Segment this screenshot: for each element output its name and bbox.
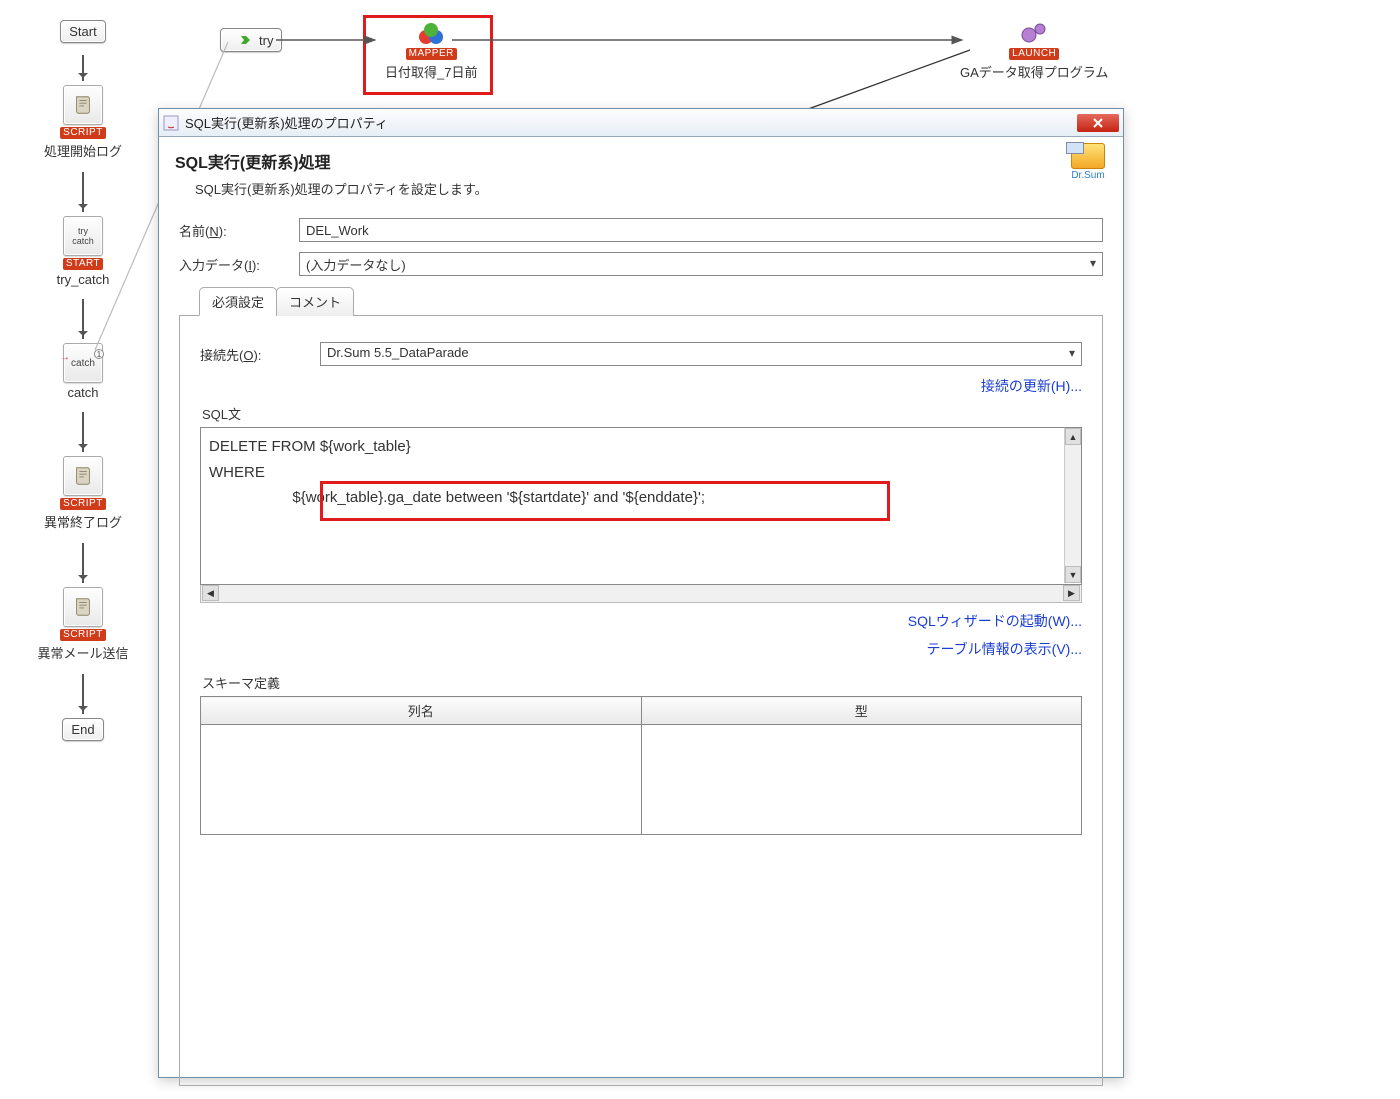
- flow-node-label: GAデータ取得プログラム: [960, 62, 1108, 81]
- flow-node-catch[interactable]: → catch 1 catch: [18, 343, 148, 400]
- scroll-up-icon[interactable]: ▲: [1065, 428, 1081, 445]
- name-label: 名前(N):: [179, 221, 299, 240]
- flow-node-label: 処理開始ログ: [18, 141, 148, 160]
- schema-col-type: 型: [641, 697, 1082, 725]
- mapper-icon: [416, 22, 446, 46]
- scroll-left-icon[interactable]: ◀: [202, 585, 219, 601]
- flow-node-label: 異常終了ログ: [18, 512, 148, 531]
- end-button[interactable]: End: [62, 718, 103, 741]
- name-input[interactable]: [299, 218, 1103, 242]
- scrollbar-horizontal[interactable]: ◀ ▶: [200, 585, 1082, 603]
- start-badge: START: [63, 258, 103, 270]
- flow-node-mapper[interactable]: MAPPER 日付取得_7日前: [385, 22, 477, 81]
- gears-icon: [1018, 20, 1050, 46]
- drsum-icon: Dr.Sum: [1071, 143, 1105, 181]
- dialog-title: SQL実行(更新系)処理のプロパティ: [185, 113, 388, 132]
- flow-node-end[interactable]: End: [18, 718, 148, 741]
- flow-node-error-log[interactable]: SCRIPT 異常終了ログ: [18, 456, 148, 531]
- flow-node-label: 日付取得_7日前: [385, 62, 477, 81]
- flow-node-error-mail[interactable]: SCRIPT 異常メール送信: [18, 587, 148, 662]
- mapper-badge: MAPPER: [406, 48, 457, 60]
- schema-col-name: 列名: [201, 697, 642, 725]
- connection-label: 接続先(O):: [200, 345, 320, 364]
- tab-body-required: 接続先(O): Dr.Sum 5.5_DataParade 接続の更新(H)..…: [179, 316, 1103, 1086]
- flow-arrow: [82, 543, 84, 583]
- schema-label: スキーマ定義: [202, 673, 1082, 692]
- flow-node-try[interactable]: try: [220, 28, 282, 52]
- dialog-header: SQL実行(更新系)処理 SQL実行(更新系)処理のプロパティを設定します。 D…: [159, 137, 1123, 208]
- scroll-right-icon[interactable]: ▶: [1063, 585, 1080, 601]
- flow-arrow: [82, 55, 84, 81]
- close-icon: [1093, 118, 1103, 128]
- try-label: try: [259, 33, 273, 48]
- table-info-link[interactable]: テーブル情報の表示(V)...: [926, 641, 1082, 657]
- script-badge: SCRIPT: [60, 629, 106, 641]
- script-icon: [63, 587, 103, 627]
- inputdata-select[interactable]: (入力データなし): [299, 252, 1103, 276]
- tab-comment[interactable]: コメント: [276, 287, 354, 316]
- inputdata-row: 入力データ(I): (入力データなし): [179, 252, 1103, 276]
- dialog-titlebar[interactable]: SQL実行(更新系)処理のプロパティ: [159, 109, 1123, 137]
- sql-label: SQL文: [202, 404, 1082, 423]
- launch-badge: LAUNCH: [1009, 48, 1059, 60]
- connection-row: 接続先(O): Dr.Sum 5.5_DataParade: [200, 342, 1082, 366]
- flow-node-start-log[interactable]: SCRIPT 処理開始ログ: [18, 85, 148, 160]
- flow-top-row: try MAPPER 日付取得_7日前 LAUNCH GAデータ取得プログラム: [220, 20, 1360, 110]
- close-button[interactable]: [1077, 114, 1119, 132]
- flow-arrow: [82, 299, 84, 339]
- trycatch-icon: trycatch: [63, 216, 103, 256]
- arrow-right-icon: [229, 32, 255, 48]
- connection-select[interactable]: Dr.Sum 5.5_DataParade: [320, 342, 1082, 366]
- sql-wizard-link[interactable]: SQLウィザードの起動(W)...: [908, 613, 1082, 629]
- scroll-down-icon[interactable]: ▼: [1065, 566, 1081, 583]
- flow-left-column: Start SCRIPT 処理開始ログ trycatch START try_c…: [18, 20, 148, 753]
- tab-strip: 必須設定 コメント: [179, 286, 1103, 316]
- script-badge: SCRIPT: [60, 127, 106, 139]
- flow-arrow: [82, 172, 84, 212]
- sql-textarea[interactable]: DELETE FROM ${work_table} WHERE ${work_t…: [200, 427, 1082, 585]
- connection-refresh-link[interactable]: 接続の更新(H)...: [981, 378, 1082, 394]
- try-button[interactable]: try: [220, 28, 282, 52]
- dialog-subheading: SQL実行(更新系)処理のプロパティを設定します。: [195, 179, 1103, 198]
- schema-table: 列名 型: [200, 696, 1082, 835]
- script-badge: SCRIPT: [60, 498, 106, 510]
- flow-node-launch[interactable]: LAUNCH GAデータ取得プログラム: [960, 20, 1108, 81]
- flow-node-label: 異常メール送信: [18, 643, 148, 662]
- script-icon: [63, 456, 103, 496]
- scrollbar-vertical[interactable]: ▲ ▼: [1064, 428, 1081, 583]
- catch-icon: → catch 1: [63, 343, 103, 383]
- properties-dialog: SQL実行(更新系)処理のプロパティ SQL実行(更新系)処理 SQL実行(更新…: [158, 108, 1124, 1078]
- table-row: [201, 725, 1082, 835]
- flow-node-trycatch[interactable]: trycatch START try_catch: [18, 216, 148, 287]
- flow-node-start[interactable]: Start: [18, 20, 148, 43]
- start-button[interactable]: Start: [60, 20, 105, 43]
- tab-required[interactable]: 必須設定: [199, 287, 277, 316]
- flow-node-label: try_catch: [18, 272, 148, 287]
- flow-node-label: catch: [18, 385, 148, 400]
- inputdata-label: 入力データ(I):: [179, 255, 299, 274]
- script-icon: [63, 85, 103, 125]
- java-icon: [163, 115, 179, 131]
- flow-arrow: [82, 674, 84, 714]
- sql-box: DELETE FROM ${work_table} WHERE ${work_t…: [200, 427, 1082, 603]
- name-row: 名前(N):: [179, 218, 1103, 242]
- flow-arrow: [82, 412, 84, 452]
- dialog-heading: SQL実行(更新系)処理: [175, 149, 1103, 173]
